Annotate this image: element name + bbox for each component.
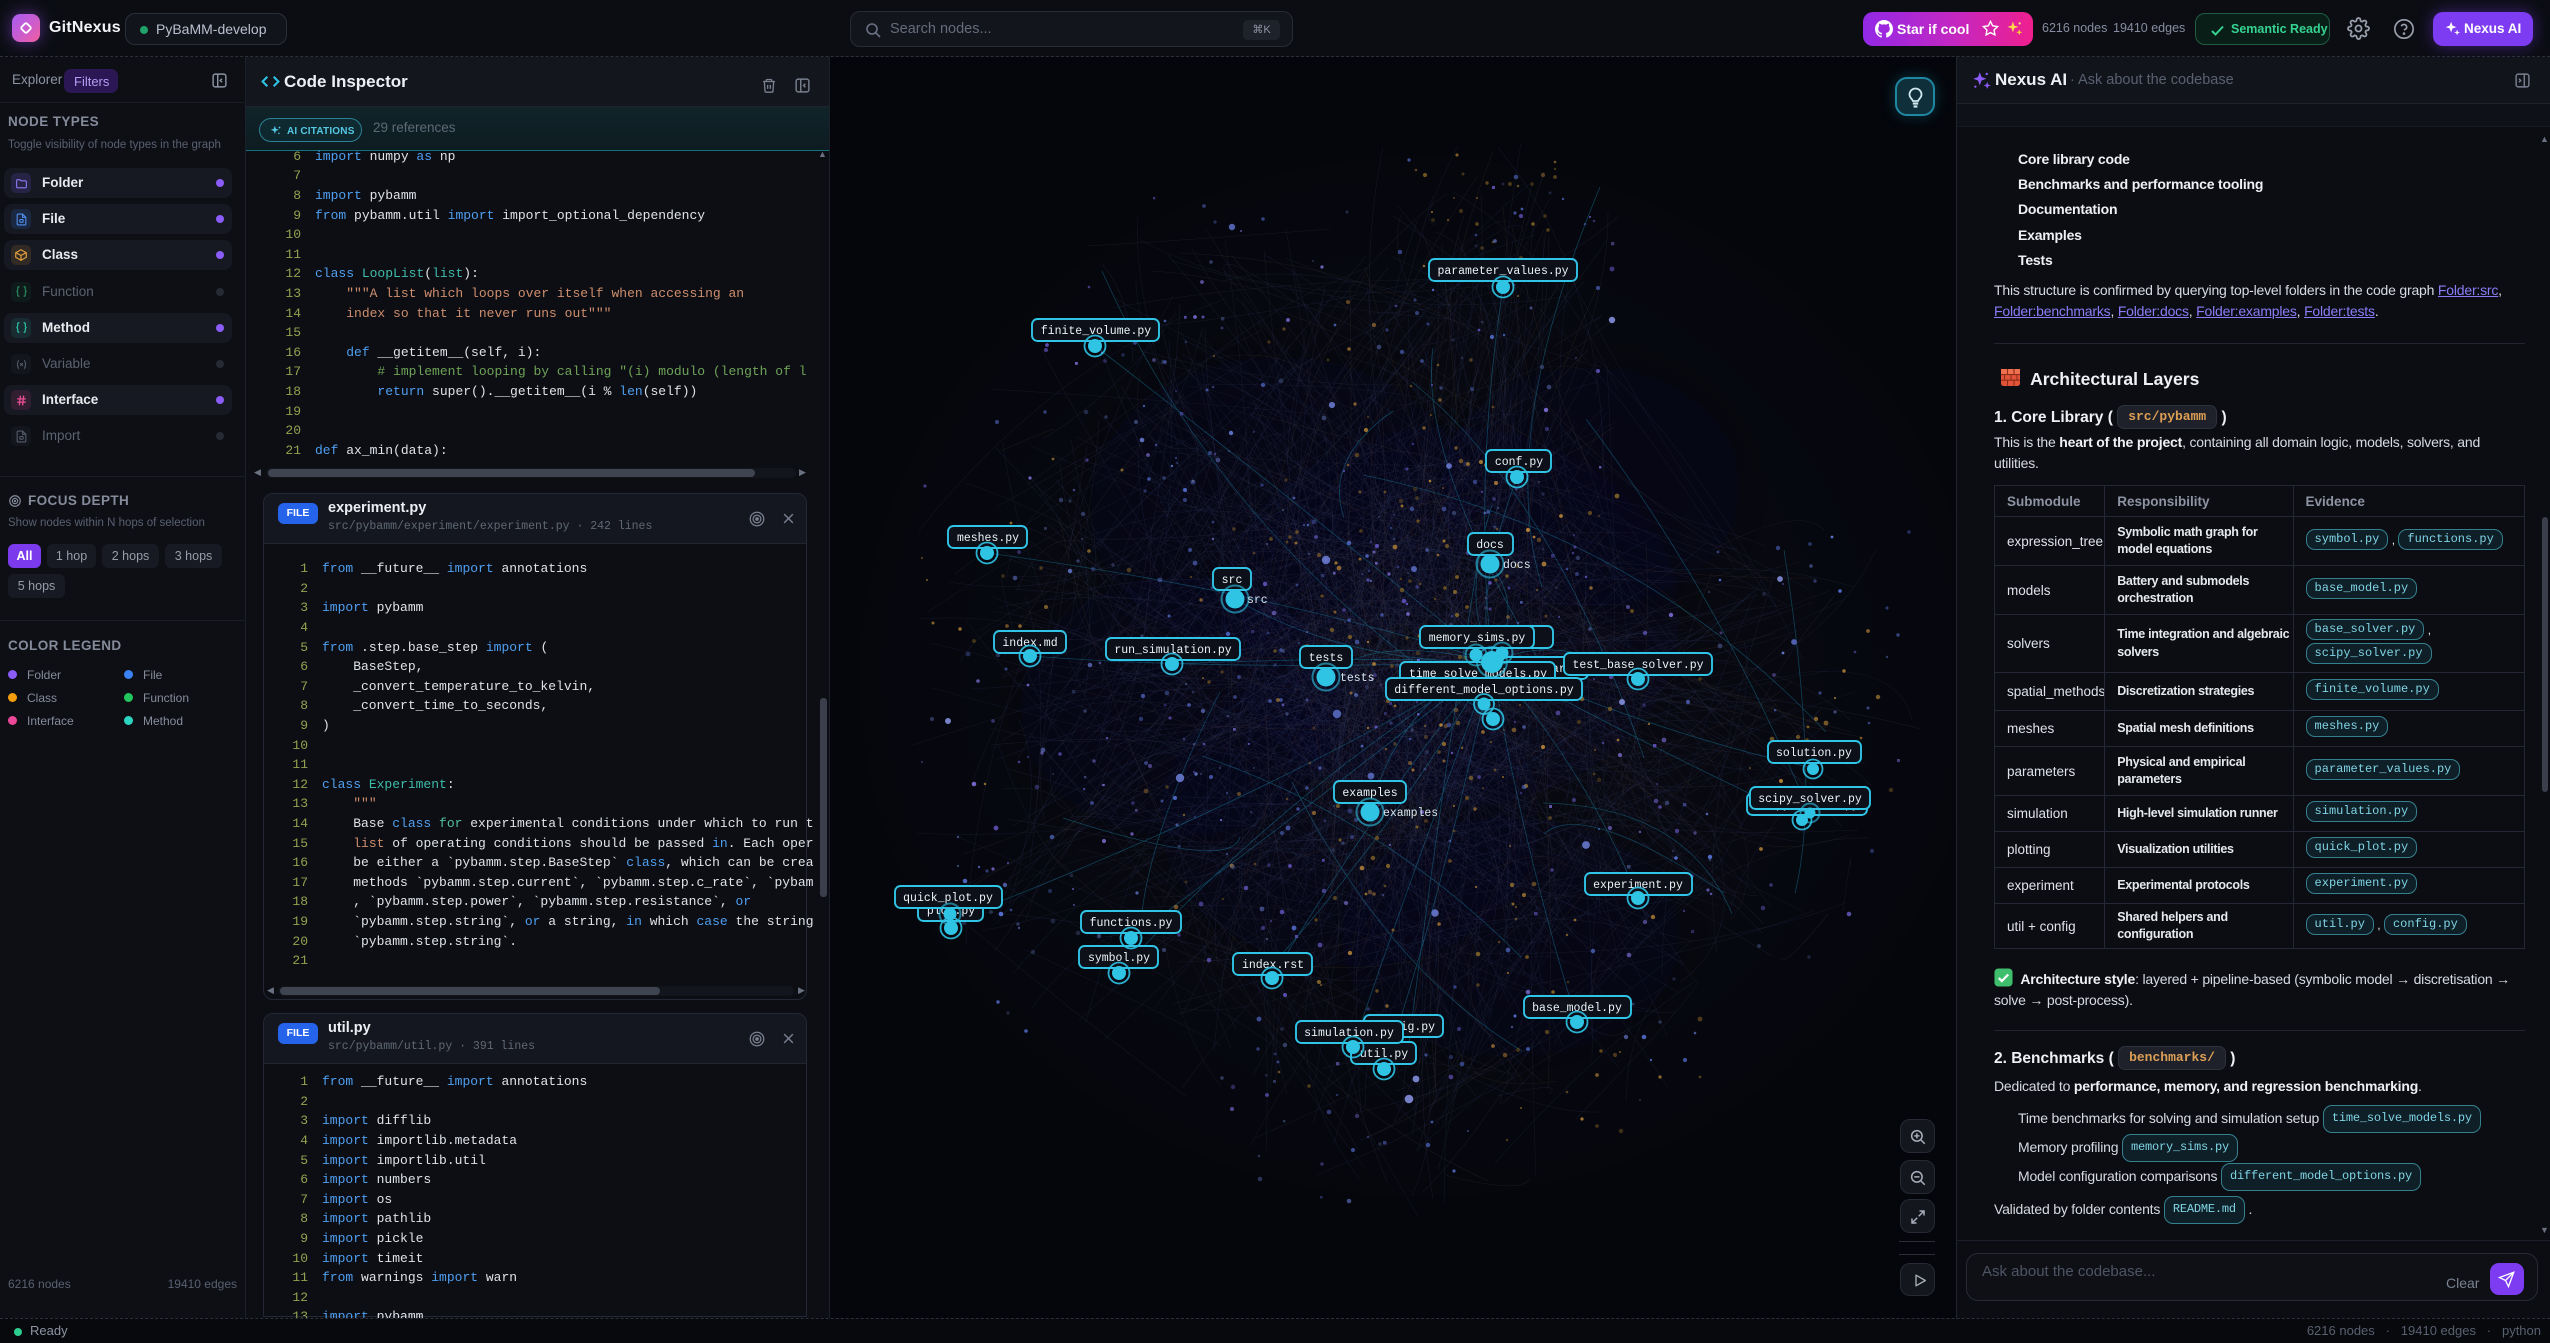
svg-text:docs: docs [1503,559,1531,572]
svg-text:different_model_options.py: different_model_options.py [1394,684,1574,697]
svg-text:experiment.py: experiment.py [1593,879,1683,892]
svg-text:run_simulation.py: run_simulation.py [1114,644,1231,657]
svg-text:base_model.py: base_model.py [1532,1002,1622,1015]
svg-text:tests: tests [1340,672,1375,685]
svg-text:index.md: index.md [1002,637,1057,650]
svg-text:examples: examples [1383,807,1438,820]
svg-text:memory_sims.py: memory_sims.py [1429,632,1526,645]
svg-text:solution.py: solution.py [1776,747,1852,760]
svg-text:index.rst: index.rst [1242,959,1304,972]
svg-text:src: src [1247,594,1268,607]
svg-text:test_base_solver.py: test_base_solver.py [1572,659,1703,672]
